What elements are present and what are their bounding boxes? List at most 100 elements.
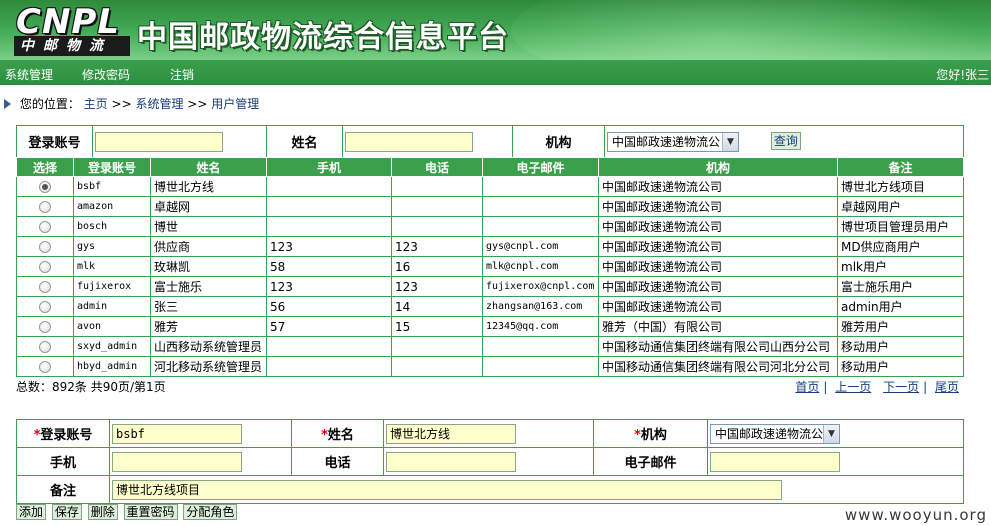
edit-phone-input[interactable]: [386, 451, 516, 472]
table-row[interactable]: gys 供应商 123 123 gys@cnpl.com 中国邮政速递物流公司 MD供应商用…: [16, 236, 964, 257]
edit-mobile-input[interactable]: [112, 451, 242, 472]
row-select-radio[interactable]: [39, 281, 51, 293]
pager-prev-link[interactable]: 上一页: [835, 380, 871, 394]
cell-phone: [391, 176, 483, 197]
table-row[interactable]: avon 雅芳 57 15 12345@qq.com 雅芳（中国）有限公司 雅芳用户: [16, 316, 964, 337]
cell-name: 张三: [150, 296, 267, 317]
cell-org: 中国邮政速递物流公司: [598, 196, 838, 217]
cell-select: [16, 196, 74, 217]
table-row[interactable]: mlk 玫琳凯 58 16 mlk@cnpl.com 中国邮政速递物流公司 mlk用户: [16, 256, 964, 277]
cell-select: [16, 296, 74, 317]
edit-phone-cell: [383, 447, 594, 476]
table-row[interactable]: hbyd_admin 河北移动系统管理员 中国移动通信集团终端有限公司河北分公司 移动…: [16, 356, 964, 377]
delete-button[interactable]: 删除: [87, 504, 118, 520]
search-org-select[interactable]: 中国邮政速递物流公 ▼: [607, 131, 739, 152]
edit-mobile-cell: [109, 447, 292, 476]
table-row[interactable]: bsbf 博世北方线 中国邮政速递物流公司 博世北方线项目: [16, 176, 964, 197]
cell-mobile: [266, 196, 392, 217]
edit-name-input[interactable]: [386, 423, 516, 444]
edit-org-label-cell: *机构: [593, 419, 708, 448]
cell-note: admin用户: [837, 296, 964, 317]
table-row[interactable]: amazon 卓越网 中国邮政速递物流公司 卓越网用户: [16, 196, 964, 217]
breadcrumb-prefix: 您的位置：: [19, 97, 80, 111]
search-name-cell: [342, 125, 513, 158]
cell-email: 12345@qq.com: [482, 316, 599, 337]
breadcrumb-user-management[interactable]: 用户管理: [211, 97, 259, 111]
table-row[interactable]: admin 张三 56 14 zhangsan@163.com 中国邮政速递物流公司 adm…: [16, 296, 964, 317]
row-select-radio[interactable]: [39, 241, 51, 253]
search-account-label: 登录账号: [16, 125, 93, 158]
query-button[interactable]: 查询: [770, 132, 801, 150]
cell-account: sxyd_admin: [73, 336, 151, 357]
cell-note: 移动用户: [837, 356, 964, 377]
cell-name: 玫琳凯: [150, 256, 267, 277]
breadcrumb-separator: >>: [187, 97, 208, 111]
search-name-input[interactable]: [345, 131, 473, 152]
cell-name: 雅芳: [150, 316, 267, 337]
row-select-radio[interactable]: [39, 181, 51, 193]
edit-name-cell: [383, 419, 594, 448]
cell-org: 雅芳（中国）有限公司: [598, 316, 838, 337]
cell-org: 中国邮政速递物流公司: [598, 236, 838, 257]
add-button[interactable]: 添加: [16, 504, 47, 520]
search-org-selected: 中国邮政速递物流公: [612, 135, 721, 149]
cell-mobile: [266, 356, 392, 377]
breadcrumb-system-management[interactable]: 系统管理: [135, 97, 183, 111]
edit-org-select[interactable]: 中国邮政速递物流公 ▼: [710, 423, 840, 444]
pager-next-link[interactable]: 下一页: [883, 380, 919, 394]
cell-name: 卓越网: [150, 196, 267, 217]
header-banner: CNPL 中邮物流 中国邮政物流综合信息平台: [0, 0, 991, 60]
breadcrumb-home[interactable]: 主页: [84, 97, 108, 111]
cell-name: 山西移动系统管理员: [150, 336, 267, 357]
cell-mobile: 123: [266, 276, 392, 297]
breadcrumb: 您的位置： 主页 >> 系统管理 >> 用户管理: [4, 95, 259, 112]
reset-password-button[interactable]: 重置密码: [123, 504, 178, 520]
edit-email-input[interactable]: [710, 451, 840, 472]
pager-last-link[interactable]: 尾页: [935, 380, 959, 394]
cell-select: [16, 316, 74, 337]
nav-logout[interactable]: 注销: [170, 66, 194, 83]
cell-email: [482, 216, 599, 237]
row-select-radio[interactable]: [39, 341, 51, 353]
row-select-radio[interactable]: [39, 261, 51, 273]
table-row[interactable]: sxyd_admin 山西移动系统管理员 中国移动通信集团终端有限公司山西分公司 移动…: [16, 336, 964, 357]
required-mark: *: [634, 428, 641, 443]
search-name-label: 姓名: [266, 125, 343, 158]
row-select-radio[interactable]: [39, 221, 51, 233]
nav-system-management[interactable]: 系统管理: [5, 66, 53, 83]
assign-role-button[interactable]: 分配角色: [183, 504, 238, 520]
nav-change-password[interactable]: 修改密码: [82, 66, 130, 83]
edit-org-label: 机构: [640, 428, 667, 443]
cell-account: bosch: [73, 216, 151, 237]
cell-mobile: [266, 176, 392, 197]
row-select-radio[interactable]: [39, 321, 51, 333]
edit-account-label-cell: *登录账号: [16, 419, 110, 448]
search-form: 登录账号 姓名 机构 中国邮政速递物流公 ▼ 查询: [16, 125, 964, 158]
table-row[interactable]: fujixerox 富士施乐 123 123 fujixerox@cnpl.com 中国邮…: [16, 276, 964, 297]
search-account-input[interactable]: [95, 131, 223, 152]
cell-account: admin: [73, 296, 151, 317]
save-button[interactable]: 保存: [51, 504, 82, 520]
cell-phone: 14: [391, 296, 483, 317]
cell-org: 中国邮政速递物流公司: [598, 296, 838, 317]
breadcrumb-separator: >>: [111, 97, 132, 111]
cell-account: gys: [73, 236, 151, 257]
edit-account-input[interactable]: [112, 423, 242, 444]
cell-mobile: 56: [266, 296, 392, 317]
search-org-cell: 中国邮政速递物流公 ▼ 查询: [604, 125, 964, 158]
cell-email: mlk@cnpl.com: [482, 256, 599, 277]
table-row[interactable]: bosch 博世 中国邮政速递物流公司 博世项目管理员用户: [16, 216, 964, 237]
cell-email: gys@cnpl.com: [482, 236, 599, 257]
pager-separator: |: [823, 380, 828, 394]
pager-first-link[interactable]: 首页: [795, 380, 819, 394]
col-header-name: 姓名: [150, 157, 267, 177]
arrow-right-icon: [4, 99, 11, 109]
cell-email: fujixerox@cnpl.com: [482, 276, 599, 297]
cell-note: 卓越网用户: [837, 196, 964, 217]
cell-select: [16, 276, 74, 297]
row-select-radio[interactable]: [39, 301, 51, 313]
row-select-radio[interactable]: [39, 201, 51, 213]
edit-note-input[interactable]: [112, 479, 782, 500]
cell-select: [16, 256, 74, 277]
row-select-radio[interactable]: [39, 361, 51, 373]
